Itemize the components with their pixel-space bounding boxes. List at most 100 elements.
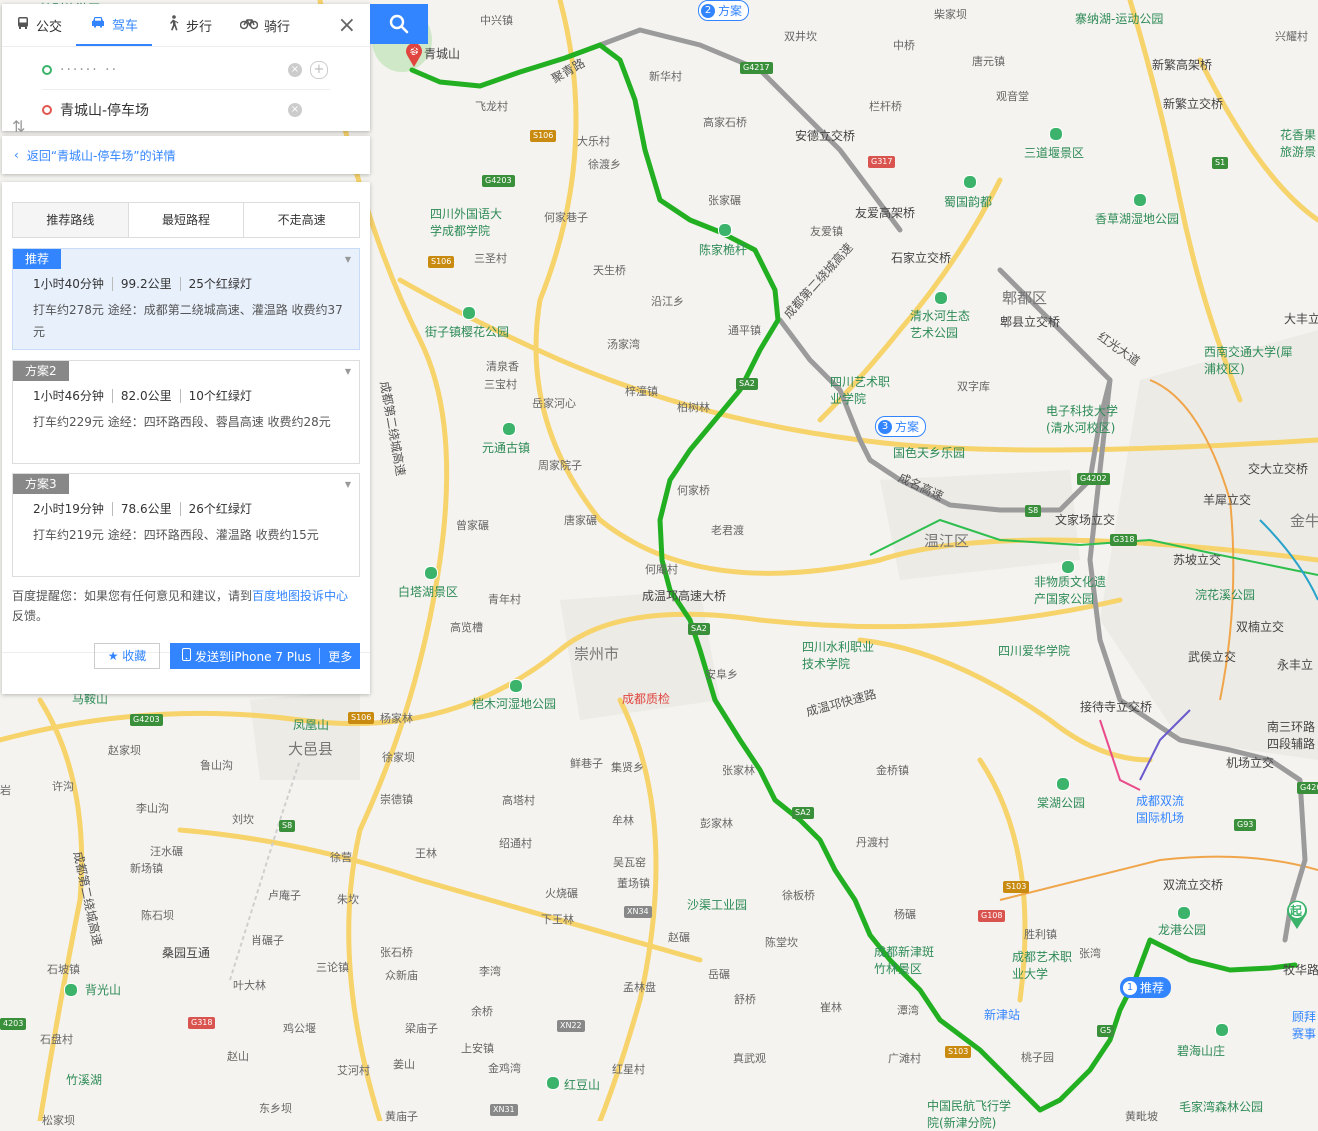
map-label: 杨家林 bbox=[380, 712, 413, 725]
map-label: 岳碾 bbox=[708, 968, 730, 981]
map-label: 新津站 bbox=[984, 1008, 1021, 1022]
map-label: 凤凰山 bbox=[293, 718, 330, 732]
swap-icon[interactable]: ⇅ bbox=[12, 117, 25, 136]
tab-recommended-route[interactable]: 推荐路线 bbox=[13, 203, 129, 237]
tab-walk[interactable]: 步行 bbox=[152, 4, 226, 46]
map-label: 沙渠工业园 bbox=[687, 898, 748, 912]
add-waypoint-icon[interactable]: + bbox=[310, 61, 328, 79]
map-label: 柏树林 bbox=[677, 401, 710, 414]
route-badge-label: 方案 bbox=[718, 4, 743, 18]
tab-avoid-highway[interactable]: 不走高速 bbox=[244, 203, 360, 237]
map-label: 金鸡湾 bbox=[488, 1062, 521, 1075]
tab-drive[interactable]: 驾车 bbox=[76, 4, 153, 46]
route-badge-plan2[interactable]: 2 方案 bbox=[698, 0, 750, 21]
destination-field[interactable]: 青城山-停车场 bbox=[42, 91, 330, 129]
map-label: 成都新津斑竹林景区 bbox=[874, 945, 935, 976]
map-label: 龙港公园 bbox=[1158, 923, 1207, 937]
send-to-phone-button[interactable]: 发送到iPhone 7 Plus 更多 bbox=[170, 643, 360, 669]
start-marker-label: 起 bbox=[1290, 904, 1303, 918]
poi-icon bbox=[502, 422, 516, 436]
clear-origin-icon[interactable]: × bbox=[288, 63, 302, 77]
map-label: 大丰立 bbox=[1284, 312, 1318, 326]
map-label: 三圣村 bbox=[474, 252, 507, 265]
plan-stats: 1小时46分钟 82.0公里 10个红绿灯 bbox=[33, 389, 260, 403]
tab-shortest-route[interactable]: 最短路程 bbox=[128, 203, 245, 237]
map-label: 崇德镇 bbox=[380, 793, 413, 806]
route-badge-label: 推荐 bbox=[1140, 981, 1165, 995]
road-shield: XN22 bbox=[557, 1020, 585, 1032]
action-bar: ★ 收藏 发送到iPhone 7 Plus 更多 bbox=[2, 643, 370, 669]
map-label: 天生桥 bbox=[593, 264, 626, 277]
road-shield: SA2 bbox=[688, 623, 710, 635]
map-label: 中国民航飞行学院(新津分院) bbox=[927, 1099, 1012, 1130]
route-results: 推荐路线 最短路程 不走高速 推荐 ▼ 1小时40分钟 99.2公里 25个红绿… bbox=[2, 182, 370, 694]
map-label: 广滩村 bbox=[888, 1052, 921, 1065]
plan-duration: 1小时40分钟 bbox=[33, 277, 113, 291]
map-label: 成都质检 bbox=[622, 692, 671, 706]
tab-bike[interactable]: 骑行 bbox=[226, 4, 304, 46]
tab-bus-label: 公交 bbox=[36, 19, 63, 35]
map-label: 新繁高架桥 bbox=[1152, 58, 1213, 72]
map-label: 牟林 bbox=[612, 814, 634, 827]
search-button[interactable] bbox=[370, 4, 428, 44]
map-label: 岳家河心 bbox=[532, 397, 576, 410]
map-label: 李湾 bbox=[479, 965, 501, 978]
route-preference-tabs: 推荐路线 最短路程 不走高速 bbox=[12, 202, 360, 238]
route-badge-plan3[interactable]: 3 方案 bbox=[875, 416, 927, 437]
road-shield: SA2 bbox=[736, 378, 758, 390]
map-label: 彭家林 bbox=[700, 817, 733, 830]
map-label: 飞龙村 bbox=[475, 100, 508, 113]
map-label: 汪水碾 bbox=[150, 845, 183, 858]
map-label: 双井坎 bbox=[784, 30, 817, 43]
map-label: 潭湾 bbox=[897, 1004, 919, 1017]
tab-drive-label: 驾车 bbox=[112, 18, 139, 34]
poi-icon bbox=[1056, 777, 1070, 791]
road-shield: S103 bbox=[945, 1046, 972, 1058]
map-label: 武侯立交 bbox=[1188, 650, 1237, 664]
plan-duration: 1小时46分钟 bbox=[33, 389, 113, 403]
map-label: 永丰立 bbox=[1277, 658, 1314, 672]
favorite-button[interactable]: ★ 收藏 bbox=[94, 643, 160, 669]
road-shield: SA2 bbox=[792, 807, 814, 819]
origin-field[interactable]: ······ ·· bbox=[42, 51, 330, 90]
start-marker[interactable]: 起 bbox=[1284, 898, 1310, 930]
map-label: 浣花溪公园 bbox=[1195, 588, 1256, 602]
route-plan-1[interactable]: 推荐 ▼ 1小时40分钟 99.2公里 25个红绿灯 打车约278元 途经：成都… bbox=[12, 248, 360, 350]
map-label: 桑园互通 bbox=[162, 946, 211, 960]
origin-dot-icon bbox=[42, 65, 52, 75]
end-marker[interactable]: 终 bbox=[404, 42, 424, 68]
tab-bike-label: 骑行 bbox=[264, 19, 291, 35]
route-badge-recommended[interactable]: 1 推荐 bbox=[1120, 977, 1172, 998]
phone-icon bbox=[182, 648, 191, 664]
more-button[interactable]: 更多 bbox=[328, 648, 352, 665]
map-label: 黄庙子 bbox=[385, 1110, 418, 1123]
map-label: 寨纳湖-运动公园 bbox=[1075, 12, 1164, 26]
map-label: 苏坡立交 bbox=[1173, 553, 1222, 567]
map-label: 赵山 bbox=[227, 1050, 249, 1063]
map-label: 上安镇 bbox=[461, 1042, 494, 1055]
route-plan-2[interactable]: 方案2 ▼ 1小时46分钟 82.0公里 10个红绿灯 打车约229元 途经：四… bbox=[12, 360, 360, 464]
map-label: 集贤乡 bbox=[611, 761, 644, 774]
map-label: 大邑县 bbox=[288, 740, 334, 758]
map-label: 许沟 bbox=[52, 780, 74, 793]
poi-icon bbox=[462, 306, 476, 320]
clear-destination-icon[interactable]: × bbox=[288, 103, 302, 117]
road-shield: S106 bbox=[428, 256, 455, 268]
tab-bus[interactable]: 公交 bbox=[2, 4, 76, 46]
map-label: 石盘村 bbox=[40, 1033, 73, 1046]
back-link[interactable]: ‹ 返回“青城山-停车场”的详情 bbox=[2, 136, 370, 174]
map-label: 三宝村 bbox=[484, 378, 517, 391]
map-label: 香草湖湿地公园 bbox=[1095, 212, 1180, 226]
plan-distance: 78.6公里 bbox=[113, 502, 181, 516]
route-plan-3[interactable]: 方案3 ▼ 2小时19分钟 78.6公里 26个红绿灯 打车约219元 途经：四… bbox=[12, 473, 360, 577]
road-shield: G4202 bbox=[1077, 473, 1110, 485]
close-icon[interactable]: × bbox=[324, 13, 370, 38]
map-label: 陈石坝 bbox=[141, 909, 174, 922]
plan-stats: 1小时40分钟 99.2公里 25个红绿灯 bbox=[33, 277, 260, 291]
map-label: 成都艺术职业大学 bbox=[1012, 950, 1073, 981]
complaint-center-link[interactable]: 百度地图投诉中心 bbox=[252, 589, 348, 603]
map-label: 友爱高架桥 bbox=[855, 206, 916, 220]
map-label: 红星村 bbox=[612, 1063, 645, 1076]
road-shield: XN31 bbox=[490, 1104, 518, 1116]
map-label: 石坡镇 bbox=[47, 963, 80, 976]
